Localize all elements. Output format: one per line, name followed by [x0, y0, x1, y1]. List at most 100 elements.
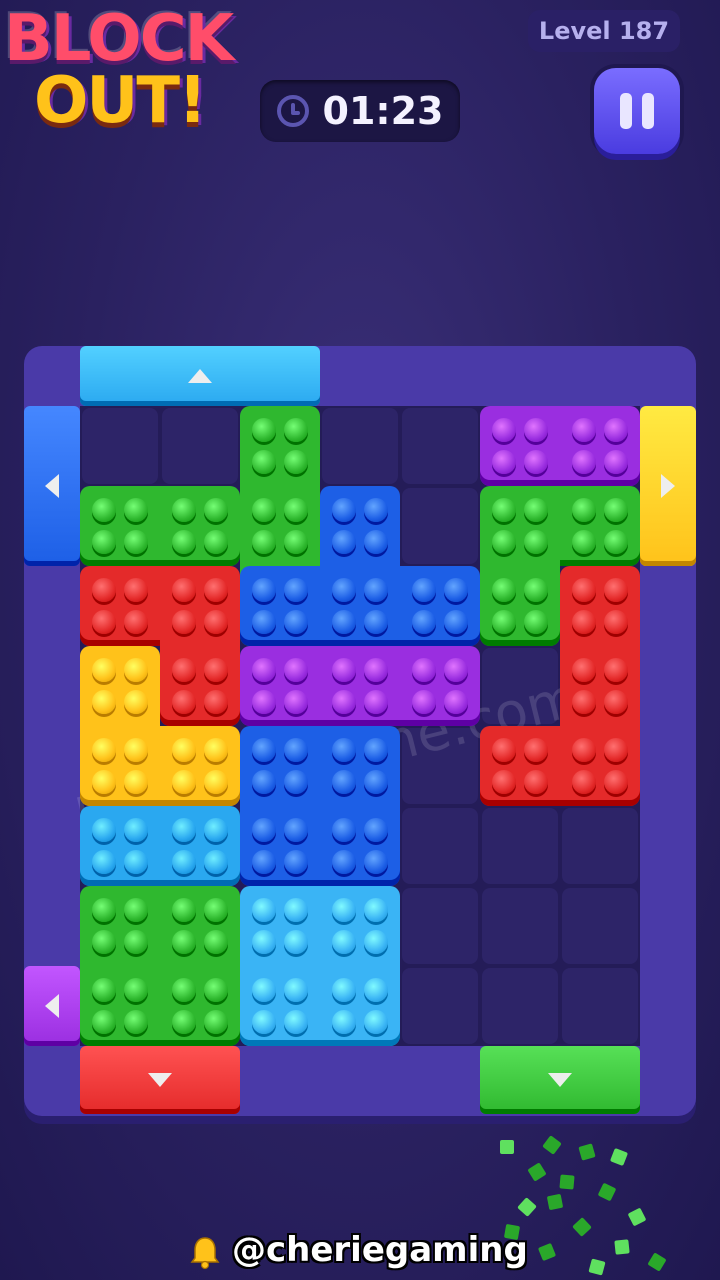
block-segment	[80, 726, 160, 806]
block-segment	[320, 646, 400, 726]
block-segment	[560, 646, 640, 726]
stud	[332, 770, 356, 794]
stud	[92, 818, 116, 842]
stud	[444, 610, 468, 634]
empty-cell	[482, 808, 558, 884]
arrow-right-icon	[661, 474, 675, 498]
clock-icon	[276, 95, 309, 127]
stud	[524, 418, 548, 442]
stud	[332, 578, 356, 602]
stud	[124, 738, 148, 762]
stud	[364, 578, 388, 602]
arrow-down-icon	[148, 1073, 172, 1087]
block-segment	[160, 966, 240, 1046]
block-segment	[240, 646, 320, 726]
block-segment	[160, 486, 240, 566]
block-segment	[80, 806, 160, 886]
stud	[252, 738, 276, 762]
confetti-piece	[627, 1207, 647, 1227]
pause-icon-bar-right	[642, 93, 654, 129]
block-segment	[480, 726, 560, 806]
block-segment	[320, 806, 400, 886]
block-segment	[160, 646, 240, 726]
stud	[92, 578, 116, 602]
stud	[204, 690, 228, 714]
block-segment	[480, 486, 560, 566]
stud	[124, 610, 148, 634]
stud	[124, 930, 148, 954]
stud	[604, 690, 628, 714]
stud	[172, 770, 196, 794]
stud	[284, 418, 308, 442]
stud	[284, 530, 308, 554]
stud	[364, 770, 388, 794]
stud	[492, 578, 516, 602]
stud	[92, 498, 116, 522]
empty-cell	[402, 408, 478, 484]
stud	[332, 738, 356, 762]
empty-cell	[402, 888, 478, 964]
stud	[92, 738, 116, 762]
block-segment	[240, 566, 320, 646]
stud	[284, 690, 308, 714]
empty-cell	[562, 968, 638, 1044]
timer: 01:23	[260, 80, 460, 142]
stud	[124, 898, 148, 922]
stud	[492, 450, 516, 474]
block-segment	[80, 966, 160, 1046]
stud	[92, 850, 116, 874]
stud	[604, 530, 628, 554]
confetti-piece	[647, 1252, 667, 1272]
stud	[124, 850, 148, 874]
confetti-piece	[500, 1140, 514, 1154]
stud	[604, 498, 628, 522]
stud	[572, 690, 596, 714]
stud	[252, 898, 276, 922]
stud	[204, 978, 228, 1002]
stud	[124, 1010, 148, 1034]
stud	[604, 770, 628, 794]
stud	[444, 658, 468, 682]
stud	[572, 770, 596, 794]
game-logo: BLOCK OUT!	[4, 2, 264, 152]
stud	[252, 850, 276, 874]
block-segment	[80, 886, 160, 966]
stud	[284, 578, 308, 602]
stud	[284, 450, 308, 474]
block-segment	[80, 646, 160, 726]
stud	[364, 658, 388, 682]
level-indicator: Level 187	[528, 10, 680, 52]
stud	[364, 898, 388, 922]
stud	[524, 770, 548, 794]
stud	[412, 578, 436, 602]
stud	[332, 898, 356, 922]
stud	[444, 578, 468, 602]
stud	[492, 498, 516, 522]
stud	[332, 610, 356, 634]
block-segment	[320, 566, 400, 646]
stud	[252, 978, 276, 1002]
block-segment	[80, 566, 160, 646]
stud	[284, 978, 308, 1002]
stud	[412, 610, 436, 634]
block-segment	[240, 806, 320, 886]
stud	[252, 578, 276, 602]
block-segment	[320, 486, 400, 566]
stud	[204, 578, 228, 602]
stud	[172, 898, 196, 922]
block-segment	[560, 486, 640, 566]
stud	[204, 770, 228, 794]
stud	[204, 738, 228, 762]
stud	[172, 658, 196, 682]
stud	[172, 818, 196, 842]
stud	[572, 578, 596, 602]
stud	[332, 498, 356, 522]
block-segment	[160, 886, 240, 966]
empty-cell	[402, 808, 478, 884]
block-segment	[240, 966, 320, 1046]
block-segment	[480, 406, 560, 486]
pause-button[interactable]	[594, 68, 680, 154]
stud	[492, 738, 516, 762]
stud	[92, 610, 116, 634]
stud	[124, 658, 148, 682]
